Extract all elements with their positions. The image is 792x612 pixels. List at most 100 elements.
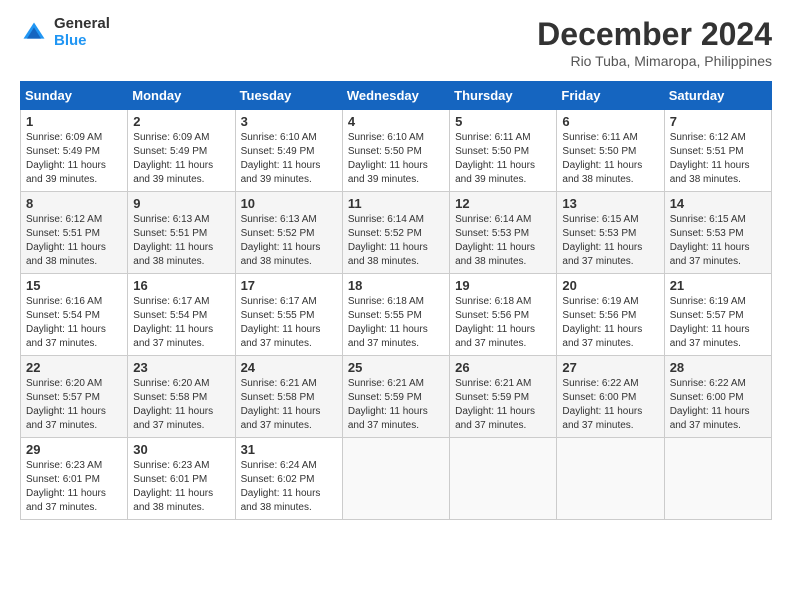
day-info: Sunrise: 6:10 AM Sunset: 5:49 PM Dayligh…	[241, 131, 337, 187]
day-cell	[450, 438, 557, 520]
day-cell: 12Sunrise: 6:14 AM Sunset: 5:53 PM Dayli…	[450, 192, 557, 274]
header-thursday: Thursday	[450, 82, 557, 110]
day-number: 21	[670, 278, 766, 293]
logo: General Blue	[20, 16, 110, 49]
day-info: Sunrise: 6:19 AM Sunset: 5:57 PM Dayligh…	[670, 295, 766, 351]
day-cell: 14Sunrise: 6:15 AM Sunset: 5:53 PM Dayli…	[664, 192, 771, 274]
day-info: Sunrise: 6:13 AM Sunset: 5:51 PM Dayligh…	[133, 213, 229, 269]
week-row-3: 15 Sunrise: 6:16 AM Sunset: 5:54 PM Dayli…	[21, 274, 772, 356]
day-number: 2	[133, 114, 229, 129]
day-number: 22	[26, 360, 122, 375]
logo-text: General Blue	[54, 16, 110, 49]
day-info: Sunrise: 6:21 AM Sunset: 5:58 PM Dayligh…	[241, 377, 337, 433]
week-row-5: 29 Sunrise: 6:23 AM Sunset: 6:01 PM Dayli…	[21, 438, 772, 520]
day-number: 11	[348, 196, 444, 211]
day-cell: 17 Sunrise: 6:17 AM Sunset: 5:55 PM Dayli…	[235, 274, 342, 356]
day-cell: 27Sunrise: 6:22 AM Sunset: 6:00 PM Dayli…	[557, 356, 664, 438]
day-info: Sunrise: 6:20 AM Sunset: 5:57 PM Dayligh…	[26, 377, 122, 433]
day-cell: 31Sunrise: 6:24 AM Sunset: 6:02 PM Dayli…	[235, 438, 342, 520]
logo-blue-text: Blue	[54, 33, 110, 50]
day-cell: 29 Sunrise: 6:23 AM Sunset: 6:01 PM Dayli…	[21, 438, 128, 520]
day-info: Sunrise: 6:09 AM Sunset: 5:49 PM Dayligh…	[26, 131, 122, 187]
day-cell	[342, 438, 449, 520]
header: General Blue December 2024 Rio Tuba, Mim…	[20, 16, 772, 69]
day-cell: 1 Sunrise: 6:09 AM Sunset: 5:49 PM Daylig…	[21, 110, 128, 192]
day-info: Sunrise: 6:19 AM Sunset: 5:56 PM Dayligh…	[562, 295, 658, 351]
day-info: Sunrise: 6:21 AM Sunset: 5:59 PM Dayligh…	[348, 377, 444, 433]
day-cell: 18Sunrise: 6:18 AM Sunset: 5:55 PM Dayli…	[342, 274, 449, 356]
header-monday: Monday	[128, 82, 235, 110]
day-info: Sunrise: 6:16 AM Sunset: 5:54 PM Dayligh…	[26, 295, 122, 351]
day-number: 8	[26, 196, 122, 211]
header-sunday: Sunday	[21, 82, 128, 110]
month-title: December 2024	[537, 16, 772, 53]
day-cell: 25 Sunrise: 6:21 AM Sunset: 5:59 PM Dayli…	[342, 356, 449, 438]
day-cell: 20 Sunrise: 6:19 AM Sunset: 5:56 PM Dayli…	[557, 274, 664, 356]
day-number: 28	[670, 360, 766, 375]
day-info: Sunrise: 6:22 AM Sunset: 6:00 PM Dayligh…	[562, 377, 658, 433]
day-number: 24	[241, 360, 337, 375]
day-cell: 13Sunrise: 6:15 AM Sunset: 5:53 PM Dayli…	[557, 192, 664, 274]
day-cell: 16Sunrise: 6:17 AM Sunset: 5:54 PM Dayli…	[128, 274, 235, 356]
day-info: Sunrise: 6:14 AM Sunset: 5:52 PM Dayligh…	[348, 213, 444, 269]
day-number: 30	[133, 442, 229, 457]
day-info: Sunrise: 6:17 AM Sunset: 5:55 PM Dayligh…	[241, 295, 337, 351]
day-info: Sunrise: 6:21 AM Sunset: 5:59 PM Dayligh…	[455, 377, 551, 433]
day-info: Sunrise: 6:10 AM Sunset: 5:50 PM Dayligh…	[348, 131, 444, 187]
day-number: 9	[133, 196, 229, 211]
day-number: 31	[241, 442, 337, 457]
day-number: 23	[133, 360, 229, 375]
day-number: 6	[562, 114, 658, 129]
location: Rio Tuba, Mimaropa, Philippines	[537, 53, 772, 69]
logo-general-text: General	[54, 16, 110, 33]
day-number: 1	[26, 114, 122, 129]
day-cell: 19 Sunrise: 6:18 AM Sunset: 5:56 PM Dayli…	[450, 274, 557, 356]
day-cell: 6 Sunrise: 6:11 AM Sunset: 5:50 PM Daylig…	[557, 110, 664, 192]
day-cell: 3 Sunrise: 6:10 AM Sunset: 5:49 PM Daylig…	[235, 110, 342, 192]
day-number: 12	[455, 196, 551, 211]
day-cell: 21 Sunrise: 6:19 AM Sunset: 5:57 PM Dayli…	[664, 274, 771, 356]
day-cell: 15 Sunrise: 6:16 AM Sunset: 5:54 PM Dayli…	[21, 274, 128, 356]
day-cell: 26Sunrise: 6:21 AM Sunset: 5:59 PM Dayli…	[450, 356, 557, 438]
day-cell: 5Sunrise: 6:11 AM Sunset: 5:50 PM Daylig…	[450, 110, 557, 192]
day-cell	[557, 438, 664, 520]
logo-icon	[20, 19, 48, 47]
day-number: 29	[26, 442, 122, 457]
day-info: Sunrise: 6:13 AM Sunset: 5:52 PM Dayligh…	[241, 213, 337, 269]
day-number: 17	[241, 278, 337, 293]
week-row-1: 1 Sunrise: 6:09 AM Sunset: 5:49 PM Daylig…	[21, 110, 772, 192]
day-info: Sunrise: 6:22 AM Sunset: 6:00 PM Dayligh…	[670, 377, 766, 433]
day-cell: 11 Sunrise: 6:14 AM Sunset: 5:52 PM Dayli…	[342, 192, 449, 274]
day-info: Sunrise: 6:09 AM Sunset: 5:49 PM Dayligh…	[133, 131, 229, 187]
day-number: 25	[348, 360, 444, 375]
day-info: Sunrise: 6:12 AM Sunset: 5:51 PM Dayligh…	[26, 213, 122, 269]
day-cell: 23Sunrise: 6:20 AM Sunset: 5:58 PM Dayli…	[128, 356, 235, 438]
day-number: 14	[670, 196, 766, 211]
day-info: Sunrise: 6:18 AM Sunset: 5:56 PM Dayligh…	[455, 295, 551, 351]
calendar-page: General Blue December 2024 Rio Tuba, Mim…	[0, 0, 792, 530]
header-wednesday: Wednesday	[342, 82, 449, 110]
day-cell: 7 Sunrise: 6:12 AM Sunset: 5:51 PM Daylig…	[664, 110, 771, 192]
day-info: Sunrise: 6:23 AM Sunset: 6:01 PM Dayligh…	[26, 459, 122, 515]
day-cell: 8 Sunrise: 6:12 AM Sunset: 5:51 PM Daylig…	[21, 192, 128, 274]
day-cell	[664, 438, 771, 520]
day-cell: 4 Sunrise: 6:10 AM Sunset: 5:50 PM Daylig…	[342, 110, 449, 192]
day-number: 13	[562, 196, 658, 211]
day-info: Sunrise: 6:18 AM Sunset: 5:55 PM Dayligh…	[348, 295, 444, 351]
day-cell: 10 Sunrise: 6:13 AM Sunset: 5:52 PM Dayli…	[235, 192, 342, 274]
header-tuesday: Tuesday	[235, 82, 342, 110]
day-number: 19	[455, 278, 551, 293]
day-info: Sunrise: 6:23 AM Sunset: 6:01 PM Dayligh…	[133, 459, 229, 515]
day-number: 5	[455, 114, 551, 129]
header-saturday: Saturday	[664, 82, 771, 110]
day-number: 10	[241, 196, 337, 211]
day-info: Sunrise: 6:11 AM Sunset: 5:50 PM Dayligh…	[562, 131, 658, 187]
day-number: 4	[348, 114, 444, 129]
day-number: 3	[241, 114, 337, 129]
day-number: 7	[670, 114, 766, 129]
day-number: 20	[562, 278, 658, 293]
day-number: 15	[26, 278, 122, 293]
day-info: Sunrise: 6:12 AM Sunset: 5:51 PM Dayligh…	[670, 131, 766, 187]
week-row-4: 22 Sunrise: 6:20 AM Sunset: 5:57 PM Dayli…	[21, 356, 772, 438]
title-area: December 2024 Rio Tuba, Mimaropa, Philip…	[537, 16, 772, 69]
